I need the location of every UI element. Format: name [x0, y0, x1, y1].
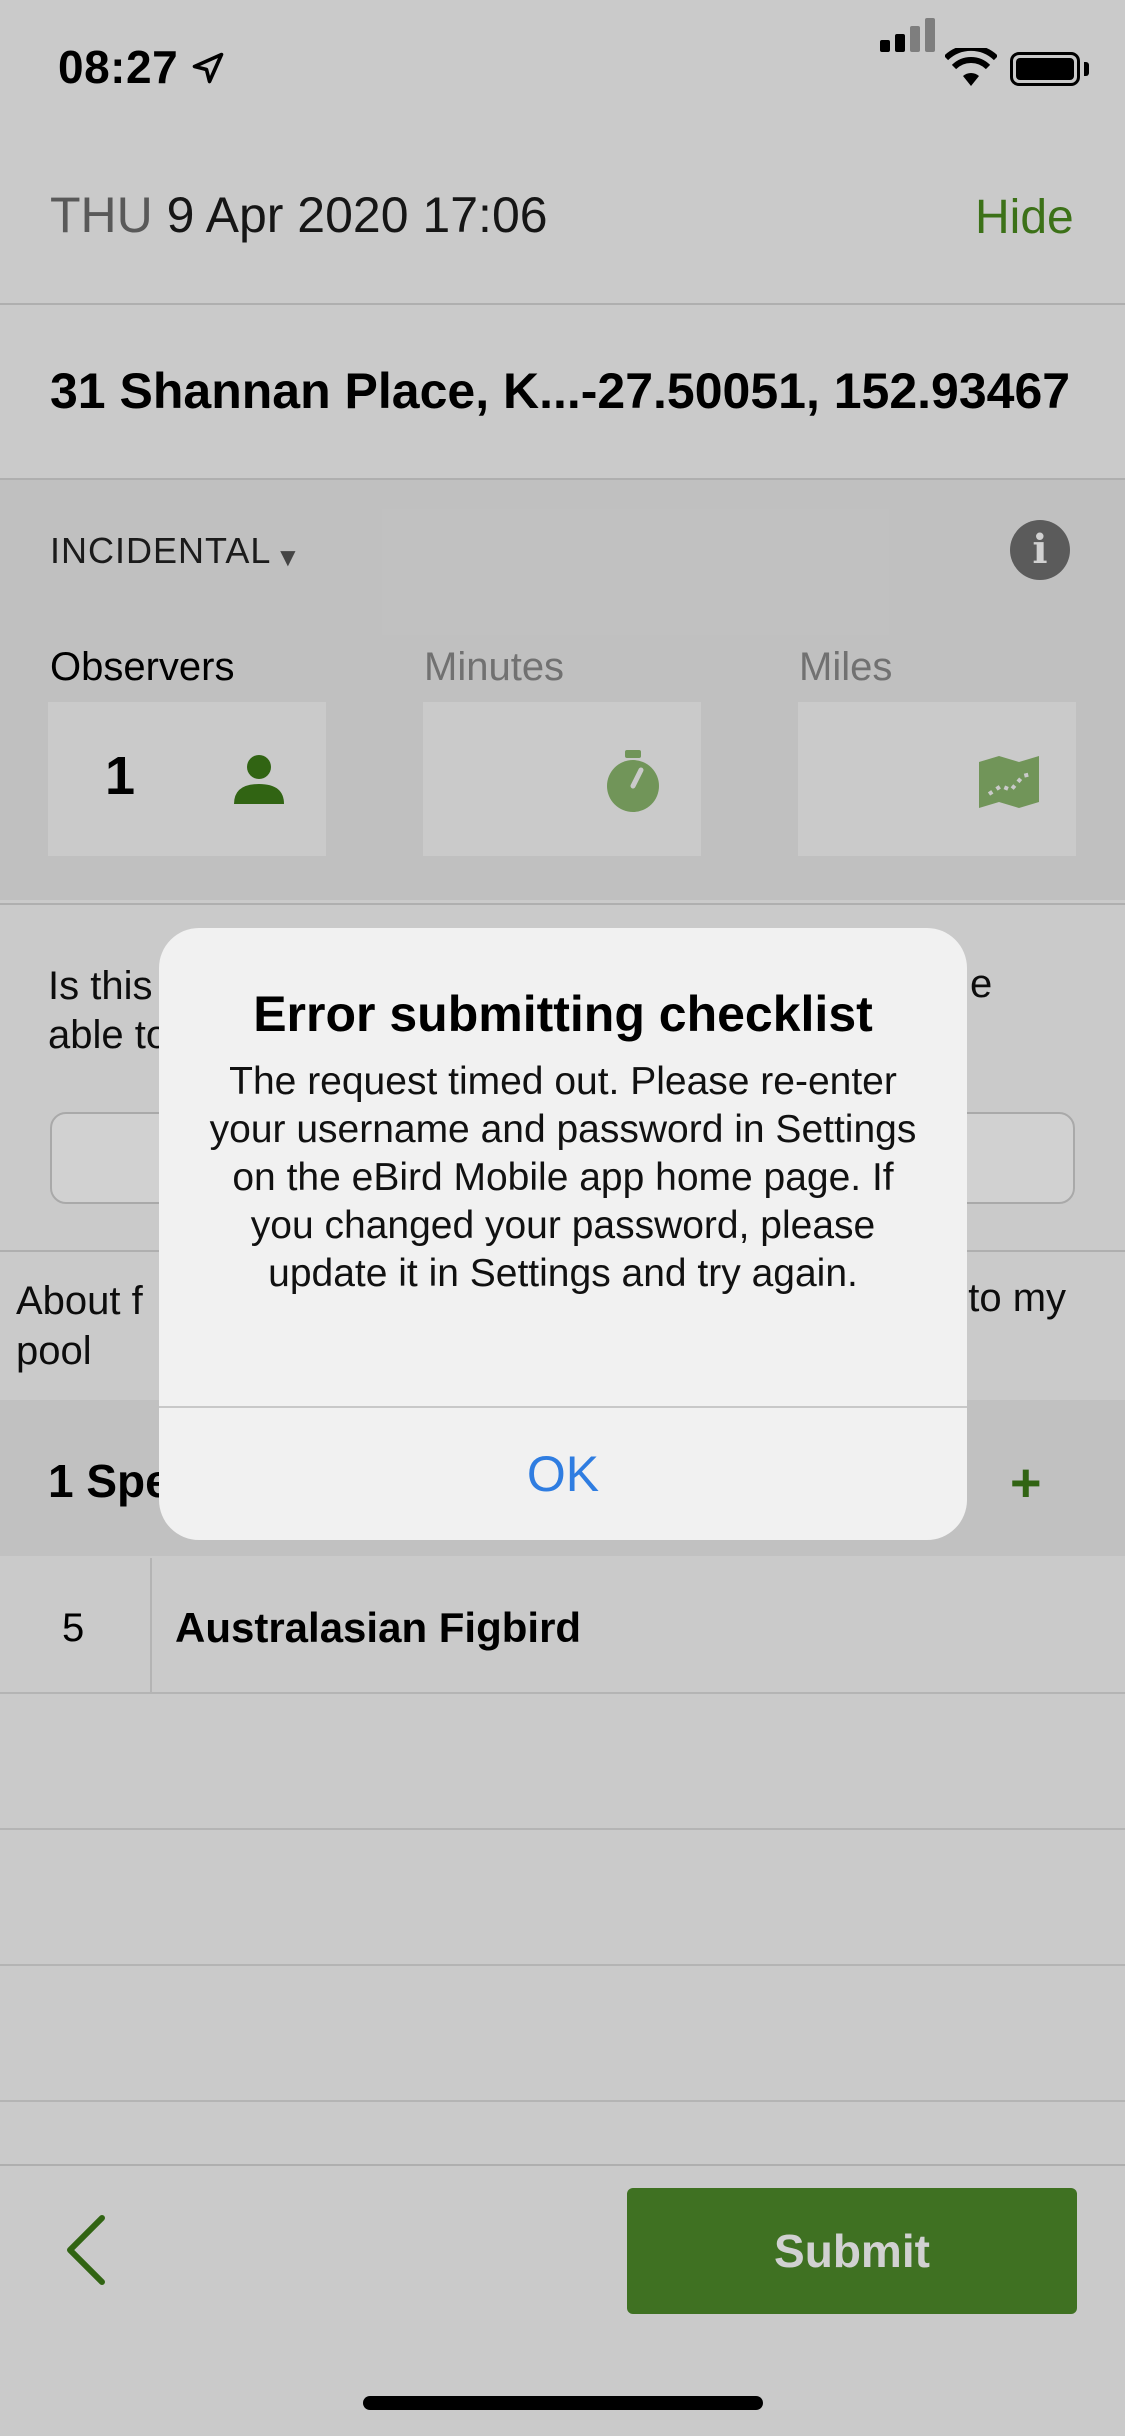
alert-title: Error submitting checklist [253, 986, 873, 1042]
alert-message: The request timed out. Please re-enter y… [209, 1060, 917, 1295]
error-alert: Error submitting checklist The request t… [159, 928, 967, 1540]
ok-button[interactable]: OK [159, 1408, 967, 1540]
